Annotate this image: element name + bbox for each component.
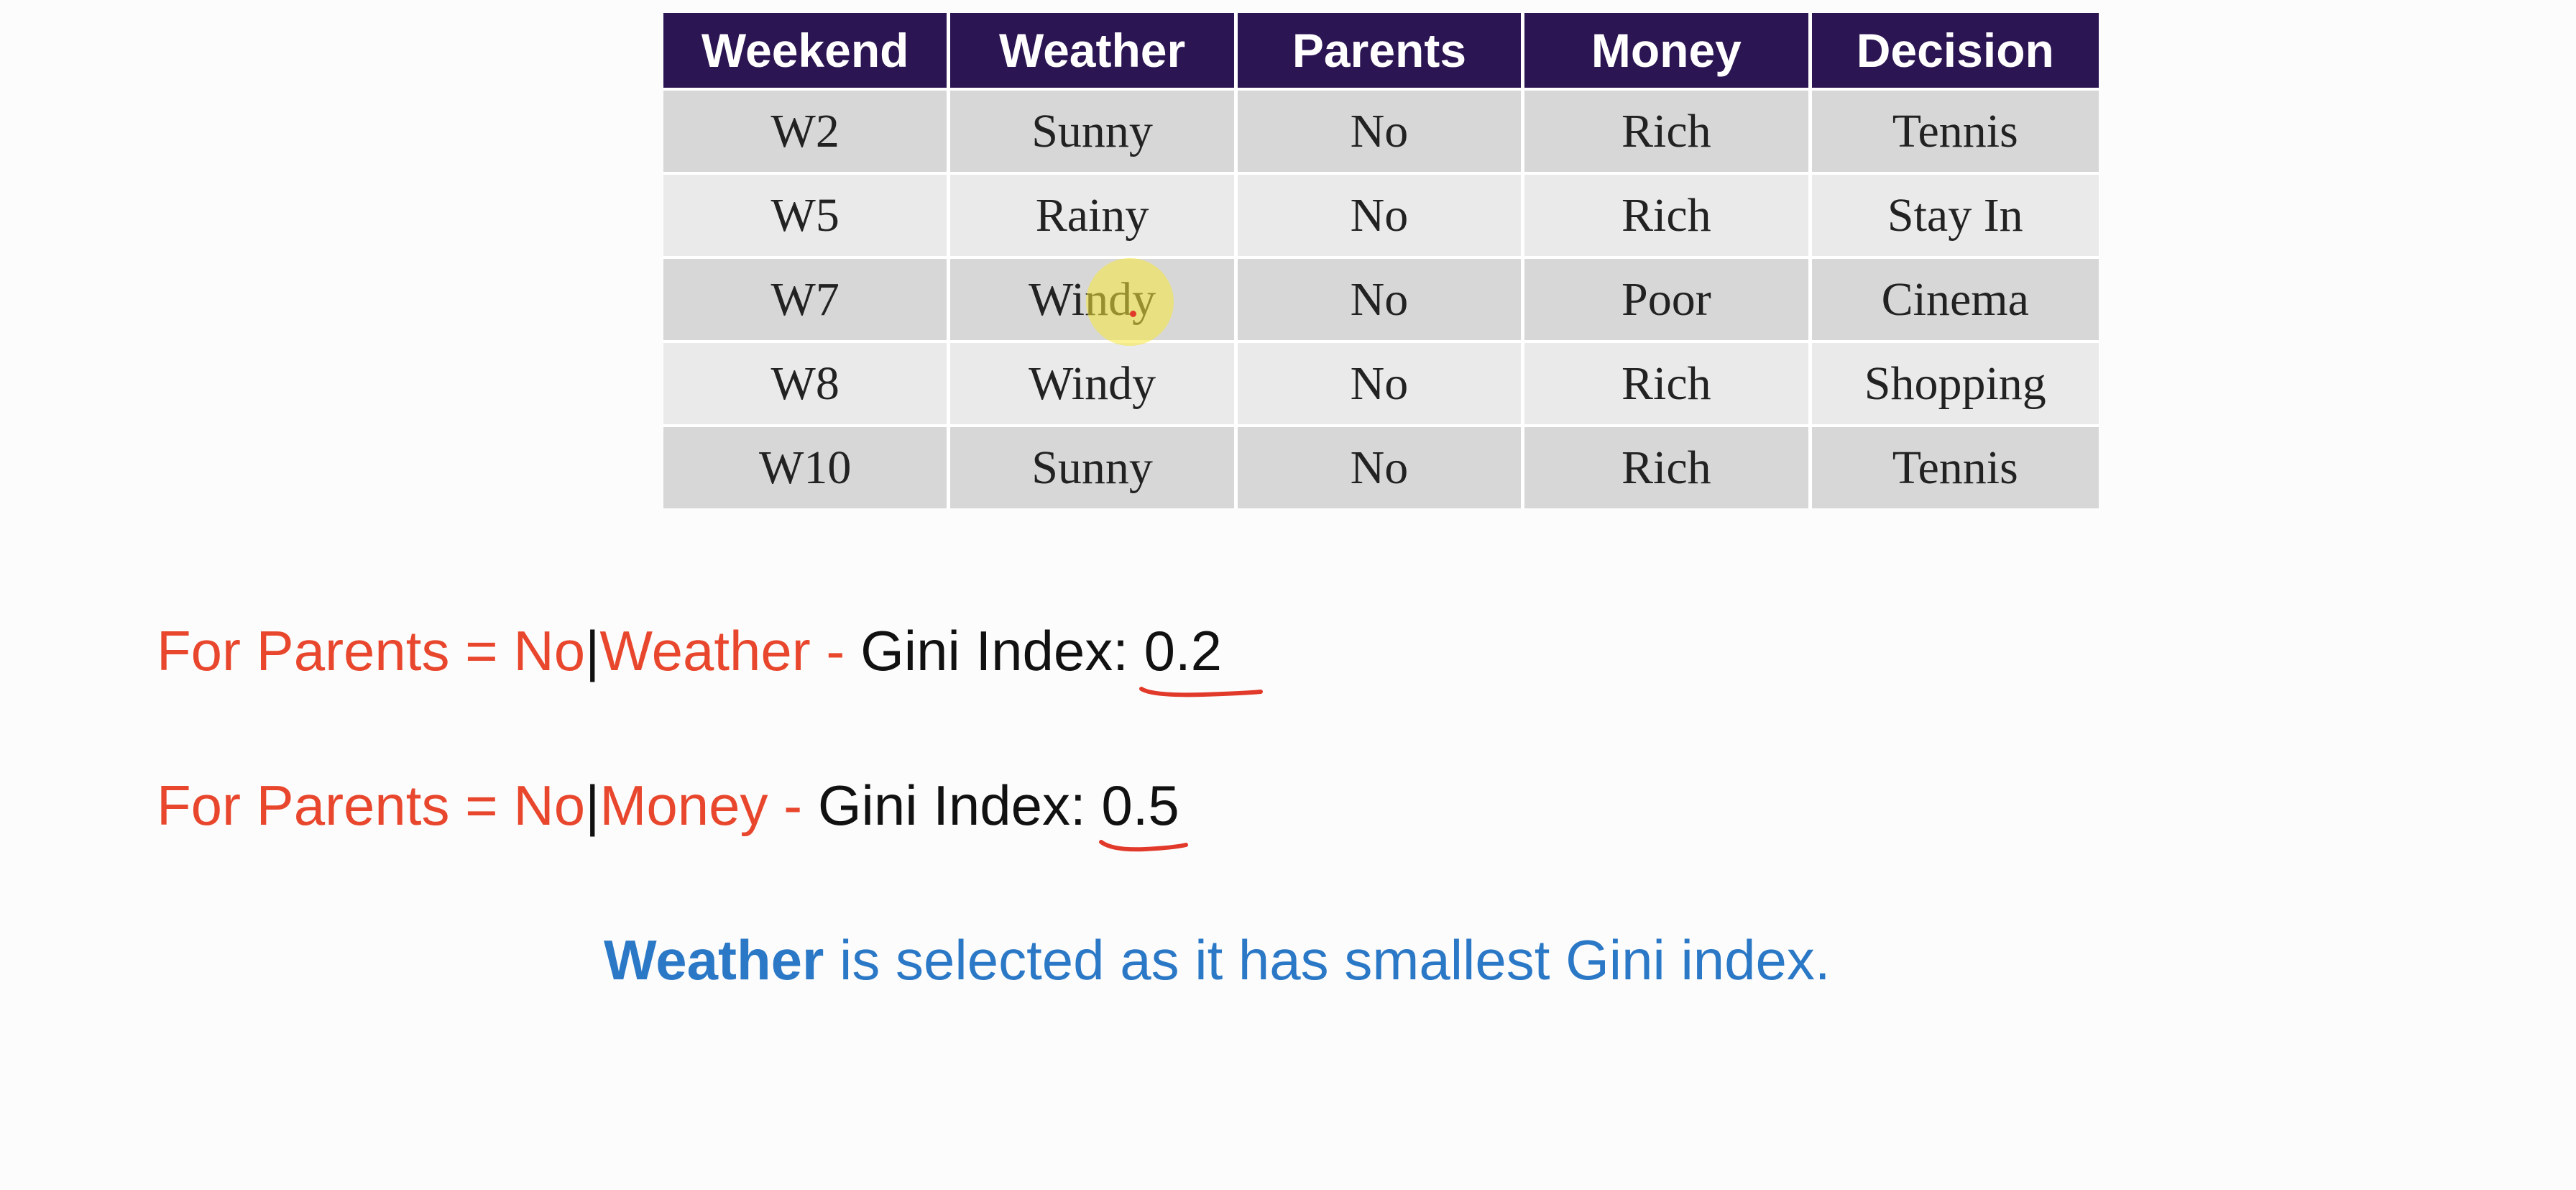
cell-decision: Tennis	[1811, 88, 2099, 172]
header-parents: Parents	[1237, 13, 1525, 88]
cell-weather: Sunny	[950, 88, 1238, 172]
cell-money: Rich	[1524, 340, 1812, 424]
cell-weekend: W5	[663, 172, 951, 256]
table-header-row: Weekend Weather Parents Money Decision	[663, 13, 2099, 88]
cell-weekend: W2	[663, 88, 951, 172]
gini-value-text: 0.2	[1144, 619, 1223, 682]
selected-attribute: Weather	[604, 928, 824, 992]
cell-decision: Stay In	[1811, 172, 2099, 256]
header-money: Money	[1524, 13, 1812, 88]
attribute-name: Money	[599, 774, 768, 837]
cell-money: Rich	[1524, 172, 1812, 256]
cell-weekend: W7	[663, 256, 951, 340]
handwritten-underline	[1099, 840, 1189, 852]
cell-weather: Windy	[950, 256, 1238, 340]
cell-parents: No	[1237, 256, 1525, 340]
pipe-separator: |	[585, 619, 600, 682]
handwritten-underline	[1138, 687, 1263, 697]
cell-decision: Cinema	[1811, 256, 2099, 340]
table-row: W2 Sunny No Rich Tennis	[663, 88, 2099, 172]
table-row: W7 Windy No Poor Cinema	[663, 256, 2099, 340]
slide: Weekend Weather Parents Money Decision W…	[0, 0, 2576, 1190]
pipe-separator: |	[585, 774, 600, 837]
table-row: W8 Windy No Rich Shopping	[663, 340, 2099, 424]
cell-weather: Windy	[950, 340, 1238, 424]
cell-weather: Sunny	[950, 424, 1238, 508]
conclusion-rest: is selected as it has smallest Gini inde…	[824, 928, 1831, 992]
cursor-pointer-icon	[1130, 311, 1136, 317]
gini-value-text: 0.5	[1101, 774, 1179, 837]
conclusion-text: Weather is selected as it has smallest G…	[604, 928, 1831, 993]
cell-money: Rich	[1524, 88, 1812, 172]
weekend-data-table: Weekend Weather Parents Money Decision W…	[663, 13, 2099, 508]
gini-value: 0.2	[1138, 618, 1263, 697]
cell-parents: No	[1237, 88, 1525, 172]
condition-prefix: For Parents = No	[157, 619, 586, 682]
header-decision: Decision	[1811, 13, 2099, 88]
cell-money: Poor	[1524, 256, 1812, 340]
dash-separator: -	[810, 619, 861, 682]
header-weather: Weather	[950, 13, 1238, 88]
table-row: W5 Rainy No Rich Stay In	[663, 172, 2099, 256]
gini-label: Gini Index:	[817, 774, 1102, 837]
cell-parents: No	[1237, 340, 1525, 424]
cell-weather: Rainy	[950, 172, 1238, 256]
cell-decision: Shopping	[1811, 340, 2099, 424]
dash-separator: -	[768, 774, 818, 837]
cell-weekend: W8	[663, 340, 951, 424]
gini-money-line: For Parents = No|Money - Gini Index: 0.5	[157, 773, 1189, 852]
cell-money: Rich	[1524, 424, 1812, 508]
condition-prefix: For Parents = No	[157, 774, 586, 837]
gini-value: 0.5	[1099, 773, 1189, 852]
cell-weekend: W10	[663, 424, 951, 508]
attribute-name: Weather	[599, 619, 811, 682]
table-row: W10 Sunny No Rich Tennis	[663, 424, 2099, 508]
cell-parents: No	[1237, 172, 1525, 256]
gini-label: Gini Index:	[860, 619, 1144, 682]
header-weekend: Weekend	[663, 13, 951, 88]
gini-weather-line: For Parents = No|Weather - Gini Index: 0…	[157, 618, 1263, 697]
cell-parents: No	[1237, 424, 1525, 508]
cell-decision: Tennis	[1811, 424, 2099, 508]
